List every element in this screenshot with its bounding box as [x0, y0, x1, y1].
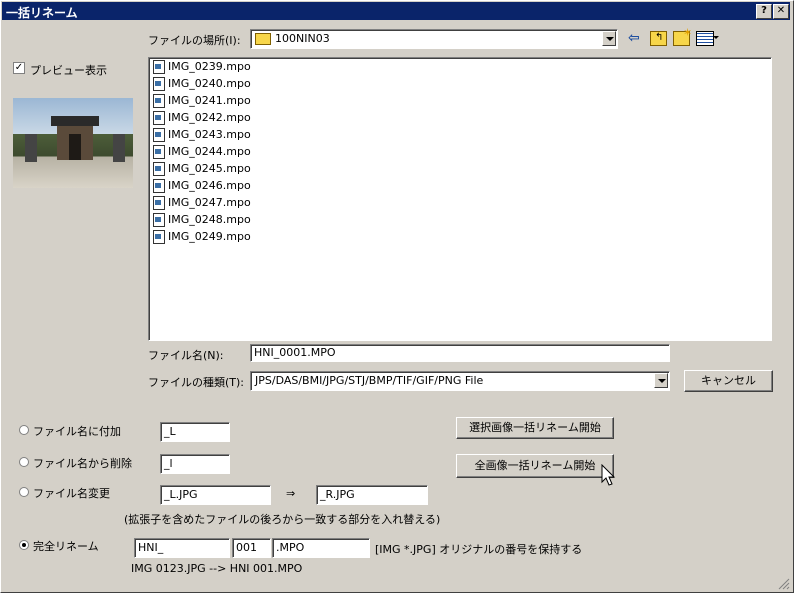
file-list-item[interactable]: IMG_0242.mpo [153, 111, 251, 128]
file-list-item[interactable]: IMG_0240.mpo [153, 77, 251, 94]
file-list-item[interactable]: IMG_0246.mpo [153, 179, 251, 196]
change-note: (拡張子を含めたファイルの後ろから一致する部分を入れ替える) [124, 513, 441, 526]
file-list[interactable]: IMG_0239.mpo IMG_0240.mpo IMG_0241.mpo IMG_… [148, 57, 772, 341]
help-button[interactable]: ? [756, 4, 772, 19]
location-value: 100NIN03 [275, 32, 330, 45]
folder-up-icon[interactable]: ↰ [650, 31, 667, 46]
right-statue [113, 134, 125, 162]
preview-thumbnail [13, 98, 133, 188]
file-name: IMG_0247.mpo [168, 196, 251, 209]
change-from-input[interactable]: _L.JPG [160, 485, 271, 505]
keep-number-label: [IMG *.JPG] オリジナルの番号を保持する [375, 543, 583, 556]
full-prefix-value: HNI_ [138, 541, 164, 554]
file-name: IMG_0239.mpo [168, 60, 251, 73]
remove-input[interactable]: _l [160, 454, 230, 474]
file-name: IMG_0241.mpo [168, 94, 251, 107]
remove-value: _l [164, 457, 173, 470]
file-name: IMG_0245.mpo [168, 162, 251, 175]
file-list-item[interactable]: IMG_0247.mpo [153, 196, 251, 213]
back-arrow-icon[interactable]: ⇦ [628, 30, 644, 46]
image-file-icon [153, 196, 165, 210]
file-name: IMG_0249.mpo [168, 230, 251, 243]
gate-door [69, 134, 81, 160]
location-label: ファイルの場所(I): [148, 34, 241, 47]
file-list-item[interactable]: IMG_0243.mpo [153, 128, 251, 145]
file-list-item[interactable]: IMG_0248.mpo [153, 213, 251, 230]
chevron-down-icon[interactable] [654, 373, 668, 388]
radio-remove[interactable] [19, 457, 29, 467]
cancel-button[interactable]: キャンセル [684, 370, 773, 392]
image-file-icon [153, 111, 165, 125]
title-bar: 一括リネーム ? ✕ [2, 2, 790, 20]
change-arrow: ⇒ [286, 487, 296, 500]
file-list-item[interactable]: IMG_0249.mpo [153, 230, 251, 247]
view-menu-icon[interactable] [696, 31, 714, 46]
image-file-icon [153, 94, 165, 108]
chevron-down-icon[interactable] [602, 31, 616, 46]
image-file-icon [153, 128, 165, 142]
image-file-icon [153, 230, 165, 244]
image-file-icon [153, 77, 165, 91]
full-label: 完全リネーム [33, 540, 99, 553]
change-from-value: _L.JPG [164, 488, 198, 501]
filename-label: ファイル名(N): [148, 349, 224, 362]
full-number-input[interactable]: 001 [232, 538, 271, 558]
full-number-value: 001 [236, 541, 257, 554]
image-file-icon [153, 145, 165, 159]
location-combo[interactable]: 100NIN03 [250, 29, 618, 49]
resize-grip-icon[interactable] [776, 576, 790, 590]
filetype-value: JPS/DAS/BMI/JPG/STJ/BMP/TIF/GIF/PNG File [255, 374, 484, 387]
file-name: IMG_0244.mpo [168, 145, 251, 158]
radio-change[interactable] [19, 487, 29, 497]
append-label: ファイル名に付加 [33, 425, 121, 438]
image-file-icon [153, 60, 165, 74]
folder-icon [255, 33, 271, 45]
image-file-icon [153, 213, 165, 227]
change-to-input[interactable]: _R.JPG [316, 485, 428, 505]
close-button[interactable]: ✕ [773, 4, 789, 19]
change-to-value: _R.JPG [320, 488, 355, 501]
full-ext-value: .MPO [276, 541, 305, 554]
full-ext-input[interactable]: .MPO [272, 538, 370, 558]
rename-example: IMG 0123.JPG --> HNI 001.MPO [131, 562, 303, 575]
file-name: IMG_0240.mpo [168, 77, 251, 90]
remove-label: ファイル名から削除 [33, 457, 132, 470]
filetype-label: ファイルの種類(T): [148, 376, 245, 389]
view-dropdown-icon[interactable] [713, 36, 719, 39]
gate-roof [51, 116, 99, 126]
preview-label: プレビュー表示 [30, 64, 107, 77]
window-title: 一括リネーム [6, 6, 78, 20]
filetype-combo[interactable]: JPS/DAS/BMI/JPG/STJ/BMP/TIF/GIF/PNG File [250, 371, 670, 391]
radio-append[interactable] [19, 425, 29, 435]
append-input[interactable]: _L [160, 422, 230, 442]
file-name: IMG_0246.mpo [168, 179, 251, 192]
preview-checkbox[interactable]: ✓ [13, 62, 25, 74]
rename-all-button[interactable]: 全画像一括リネーム開始 [456, 454, 614, 478]
filename-value: HNI_0001.MPO [254, 346, 336, 359]
filename-input[interactable]: HNI_0001.MPO [250, 344, 670, 362]
left-statue [25, 134, 37, 162]
image-file-icon [153, 162, 165, 176]
new-folder-icon[interactable]: ✶ [673, 26, 692, 46]
file-name: IMG_0242.mpo [168, 111, 251, 124]
file-name: IMG_0243.mpo [168, 128, 251, 141]
change-label: ファイル名変更 [33, 487, 110, 500]
image-file-icon [153, 179, 165, 193]
file-list-item[interactable]: IMG_0239.mpo [153, 60, 251, 77]
full-prefix-input[interactable]: HNI_ [134, 538, 230, 558]
rename-selected-button[interactable]: 選択画像一括リネーム開始 [456, 417, 614, 439]
mouse-cursor-icon [601, 464, 616, 486]
radio-full[interactable] [19, 540, 29, 550]
file-list-item[interactable]: IMG_0241.mpo [153, 94, 251, 111]
file-list-item[interactable]: IMG_0244.mpo [153, 145, 251, 162]
file-name: IMG_0248.mpo [168, 213, 251, 226]
append-value: _L [164, 425, 176, 438]
file-list-item[interactable]: IMG_0245.mpo [153, 162, 251, 179]
